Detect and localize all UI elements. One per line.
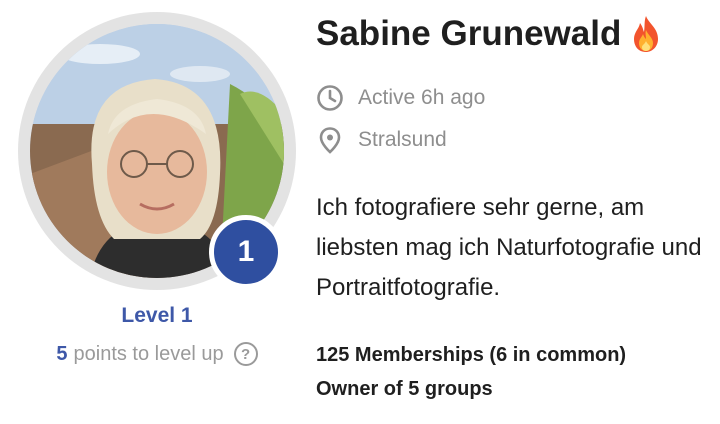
- level-label: Level 1: [121, 304, 193, 327]
- clock-icon: [317, 85, 343, 111]
- profile-name: Sabine Grunewald: [316, 14, 661, 54]
- profile-stats: 125 Memberships (6 in common) Owner of 5…: [316, 338, 626, 406]
- help-icon[interactable]: ?: [233, 342, 258, 366]
- active-status-row: Active 6h ago: [316, 84, 485, 112]
- points-to-level-up: 5 points to level up ?: [18, 342, 296, 366]
- fire-icon: [634, 16, 659, 52]
- owned-groups-count[interactable]: Owner of 5 groups: [316, 372, 626, 406]
- points-value: 5: [56, 342, 68, 365]
- points-suffix: points to level up: [73, 342, 224, 365]
- location-text: Stralsund: [358, 128, 447, 151]
- avatar-container: 1: [18, 12, 296, 290]
- memberships-count[interactable]: 125 Memberships (6 in common): [316, 338, 626, 372]
- location-row: Stralsund: [316, 126, 447, 154]
- level-badge: 1: [209, 215, 283, 289]
- location-pin-icon: [319, 127, 341, 154]
- profile-name-text: Sabine Grunewald: [316, 14, 622, 53]
- active-status-text: Active 6h ago: [358, 86, 486, 109]
- profile-bio: Ich fotografiere sehr gerne, am liebsten…: [316, 194, 702, 301]
